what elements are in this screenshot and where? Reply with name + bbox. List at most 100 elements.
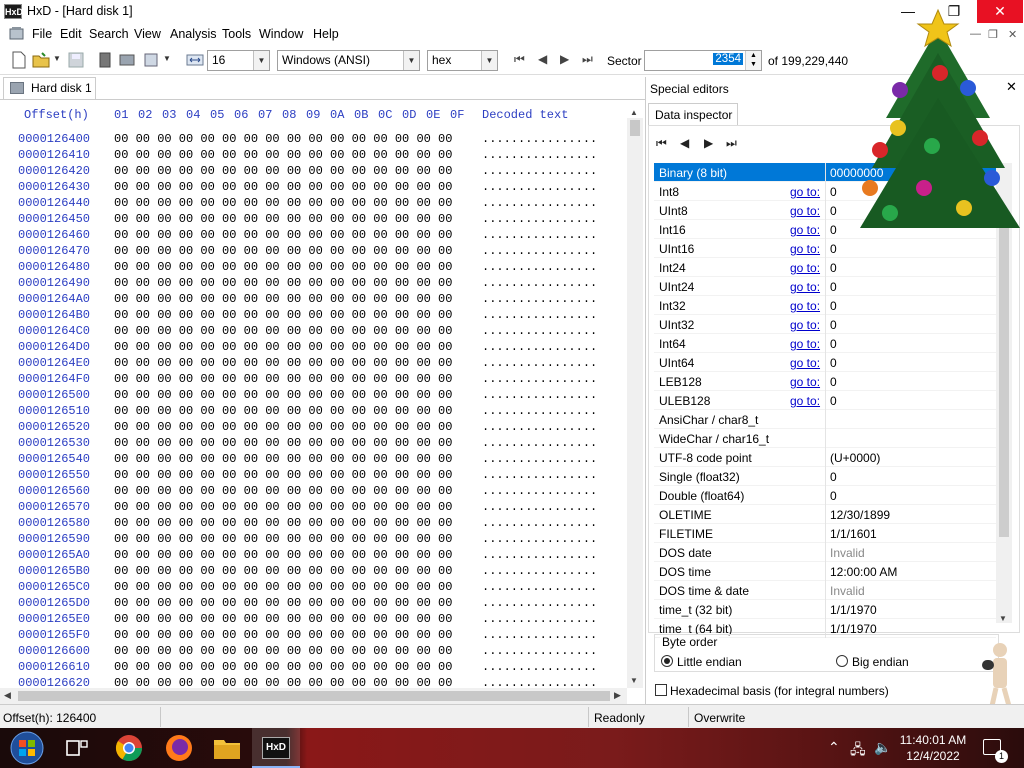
inspector-value[interactable]: 0 xyxy=(830,470,837,484)
row-decoded-text[interactable]: ................ xyxy=(482,292,597,306)
row-decoded-text[interactable]: ................ xyxy=(482,420,597,434)
inspector-row[interactable]: WideChar / char16_t xyxy=(654,429,996,448)
hex-editor-view[interactable]: Offset(h) Decoded text 01 02 03 04 05 06 07 08 0… xyxy=(0,99,645,704)
row-bytes[interactable]: 00 00 00 00 00 00 00 00 00 00 00 00 00 0… xyxy=(114,308,452,322)
inspector-value[interactable]: 0 xyxy=(830,375,837,389)
open-folder-icon[interactable] xyxy=(32,51,50,69)
row-decoded-text[interactable]: ................ xyxy=(482,436,597,450)
inspector-row[interactable]: Int32 go to: 0 xyxy=(654,296,996,315)
hex-row[interactable]: 0000126400 00 00 00 00 00 00 00 00 00 00 … xyxy=(0,132,630,148)
hex-row[interactable]: 0000126530 00 00 00 00 00 00 00 00 00 00 … xyxy=(0,436,630,452)
row-decoded-text[interactable]: ................ xyxy=(482,660,597,674)
hex-row[interactable]: 0000126580 00 00 00 00 00 00 00 00 00 00 … xyxy=(0,516,630,532)
menu-file[interactable]: File xyxy=(32,27,52,41)
hex-row[interactable]: 0000126540 00 00 00 00 00 00 00 00 00 00 … xyxy=(0,452,630,468)
row-decoded-text[interactable]: ................ xyxy=(482,612,597,626)
scroll-up-icon[interactable]: ▲ xyxy=(630,108,638,117)
open-disk-icon[interactable] xyxy=(118,51,136,69)
first-sector-icon[interactable]: ⏮ xyxy=(514,52,525,67)
previous-sector-icon[interactable]: ◀ xyxy=(538,52,547,66)
row-bytes[interactable]: 00 00 00 00 00 00 00 00 00 00 00 00 00 0… xyxy=(114,500,452,514)
inspector-value[interactable]: 1/1/1601 xyxy=(830,527,877,541)
row-bytes[interactable]: 00 00 00 00 00 00 00 00 00 00 00 00 00 0… xyxy=(114,324,452,338)
hex-row[interactable]: 0000126470 00 00 00 00 00 00 00 00 00 00 … xyxy=(0,244,630,260)
row-decoded-text[interactable]: ................ xyxy=(482,244,597,258)
hex-row[interactable]: 00001264E0 00 00 00 00 00 00 00 00 00 00 … xyxy=(0,356,630,372)
row-bytes[interactable]: 00 00 00 00 00 00 00 00 00 00 00 00 00 0… xyxy=(114,148,452,162)
clock[interactable]: 11:40:01 AM 12/4/2022 xyxy=(888,732,978,764)
goto-link[interactable]: go to: xyxy=(790,337,820,351)
hex-row[interactable]: 00001265E0 00 00 00 00 00 00 00 00 00 00 … xyxy=(0,612,630,628)
inspector-row[interactable]: UTF-8 code point (U+0000) xyxy=(654,448,996,467)
charset-select[interactable]: Windows (ANSI) ▼ xyxy=(277,50,420,71)
inspector-row[interactable]: UInt32 go to: 0 xyxy=(654,315,996,334)
file-explorer-icon[interactable] xyxy=(213,735,241,761)
hex-row[interactable]: 0000126550 00 00 00 00 00 00 00 00 00 00 … xyxy=(0,468,630,484)
inspector-value[interactable]: 0 xyxy=(830,394,837,408)
task-view-icon[interactable] xyxy=(66,738,88,758)
hex-row[interactable]: 0000126480 00 00 00 00 00 00 00 00 00 00 … xyxy=(0,260,630,276)
inspector-value[interactable]: 0 xyxy=(830,242,837,256)
inspector-row[interactable]: Int24 go to: 0 xyxy=(654,258,996,277)
hex-row[interactable]: 0000126570 00 00 00 00 00 00 00 00 00 00 … xyxy=(0,500,630,516)
row-bytes[interactable]: 00 00 00 00 00 00 00 00 00 00 00 00 00 0… xyxy=(114,388,452,402)
row-decoded-text[interactable]: ................ xyxy=(482,132,597,146)
tab-data-inspector[interactable]: Data inspector xyxy=(648,103,738,125)
row-bytes[interactable]: 00 00 00 00 00 00 00 00 00 00 00 00 00 0… xyxy=(114,660,452,674)
goto-link[interactable]: go to: xyxy=(790,185,820,199)
goto-link[interactable]: go to: xyxy=(790,204,820,218)
row-bytes[interactable]: 00 00 00 00 00 00 00 00 00 00 00 00 00 0… xyxy=(114,164,452,178)
row-bytes[interactable]: 00 00 00 00 00 00 00 00 00 00 00 00 00 0… xyxy=(114,580,452,594)
hex-vertical-scrollbar[interactable] xyxy=(627,118,643,688)
goto-link[interactable]: go to: xyxy=(790,280,820,294)
inspector-value[interactable]: 1/1/1970 xyxy=(830,603,877,617)
inspector-value[interactable]: 0 xyxy=(830,299,837,313)
goto-link[interactable]: go to: xyxy=(790,299,820,313)
row-bytes[interactable]: 00 00 00 00 00 00 00 00 00 00 00 00 00 0… xyxy=(114,452,452,466)
row-decoded-text[interactable]: ................ xyxy=(482,164,597,178)
hex-row[interactable]: 00001265F0 00 00 00 00 00 00 00 00 00 00 … xyxy=(0,628,630,644)
inspector-row[interactable]: Double (float64) 0 xyxy=(654,486,996,505)
hex-row[interactable]: 0000126420 00 00 00 00 00 00 00 00 00 00 … xyxy=(0,164,630,180)
inspector-row[interactable]: Single (float32) 0 xyxy=(654,467,996,486)
hex-row[interactable]: 0000126590 00 00 00 00 00 00 00 00 00 00 … xyxy=(0,532,630,548)
row-decoded-text[interactable]: ................ xyxy=(482,596,597,610)
row-bytes[interactable]: 00 00 00 00 00 00 00 00 00 00 00 00 00 0… xyxy=(114,356,452,370)
inspector-value[interactable]: Invalid xyxy=(830,584,865,598)
row-decoded-text[interactable]: ................ xyxy=(482,260,597,274)
row-bytes[interactable]: 00 00 00 00 00 00 00 00 00 00 00 00 00 0… xyxy=(114,196,452,210)
hex-row[interactable]: 00001265D0 00 00 00 00 00 00 00 00 00 00 … xyxy=(0,596,630,612)
bytes-per-row-select[interactable]: 16 ▼ xyxy=(207,50,270,71)
row-decoded-text[interactable]: ................ xyxy=(482,468,597,482)
hex-row[interactable]: 00001265B0 00 00 00 00 00 00 00 00 00 00 … xyxy=(0,564,630,580)
inspector-value[interactable]: 0 xyxy=(830,356,837,370)
status-mode[interactable]: Overwrite xyxy=(694,711,745,725)
hex-row[interactable]: 0000126490 00 00 00 00 00 00 00 00 00 00 … xyxy=(0,276,630,292)
row-decoded-text[interactable]: ................ xyxy=(482,548,597,562)
goto-link[interactable]: go to: xyxy=(790,394,820,408)
row-decoded-text[interactable]: ................ xyxy=(482,340,597,354)
row-bytes[interactable]: 00 00 00 00 00 00 00 00 00 00 00 00 00 0… xyxy=(114,548,452,562)
row-decoded-text[interactable]: ................ xyxy=(482,532,597,546)
inspector-value[interactable]: 12/30/1899 xyxy=(830,508,890,522)
row-decoded-text[interactable]: ................ xyxy=(482,484,597,498)
row-decoded-text[interactable]: ................ xyxy=(482,564,597,578)
row-bytes[interactable]: 00 00 00 00 00 00 00 00 00 00 00 00 00 0… xyxy=(114,180,452,194)
inspector-scroll-down-icon[interactable]: ▼ xyxy=(999,614,1007,623)
row-bytes[interactable]: 00 00 00 00 00 00 00 00 00 00 00 00 00 0… xyxy=(114,644,452,658)
hex-row[interactable]: 0000126500 00 00 00 00 00 00 00 00 00 00 … xyxy=(0,388,630,404)
save-icon[interactable] xyxy=(67,51,85,69)
inspector-row[interactable]: DOS time 12:00:00 AM xyxy=(654,562,996,581)
inspector-value[interactable]: 0 xyxy=(830,280,837,294)
inspector-value[interactable]: Invalid xyxy=(830,546,865,560)
network-icon[interactable]: 🖧 xyxy=(850,739,866,763)
inspector-scroll-thumb[interactable] xyxy=(999,217,1009,537)
row-decoded-text[interactable]: ................ xyxy=(482,644,597,658)
menu-search[interactable]: Search xyxy=(89,27,129,41)
row-bytes[interactable]: 00 00 00 00 00 00 00 00 00 00 00 00 00 0… xyxy=(114,228,452,242)
row-bytes[interactable]: 00 00 00 00 00 00 00 00 00 00 00 00 00 0… xyxy=(114,340,452,354)
big-endian-label[interactable]: Big endian xyxy=(852,655,909,669)
hxd-taskbar-button[interactable]: HxD xyxy=(252,728,300,768)
row-decoded-text[interactable]: ................ xyxy=(482,148,597,162)
tab-hard-disk-1[interactable]: Hard disk 1 xyxy=(3,77,96,99)
